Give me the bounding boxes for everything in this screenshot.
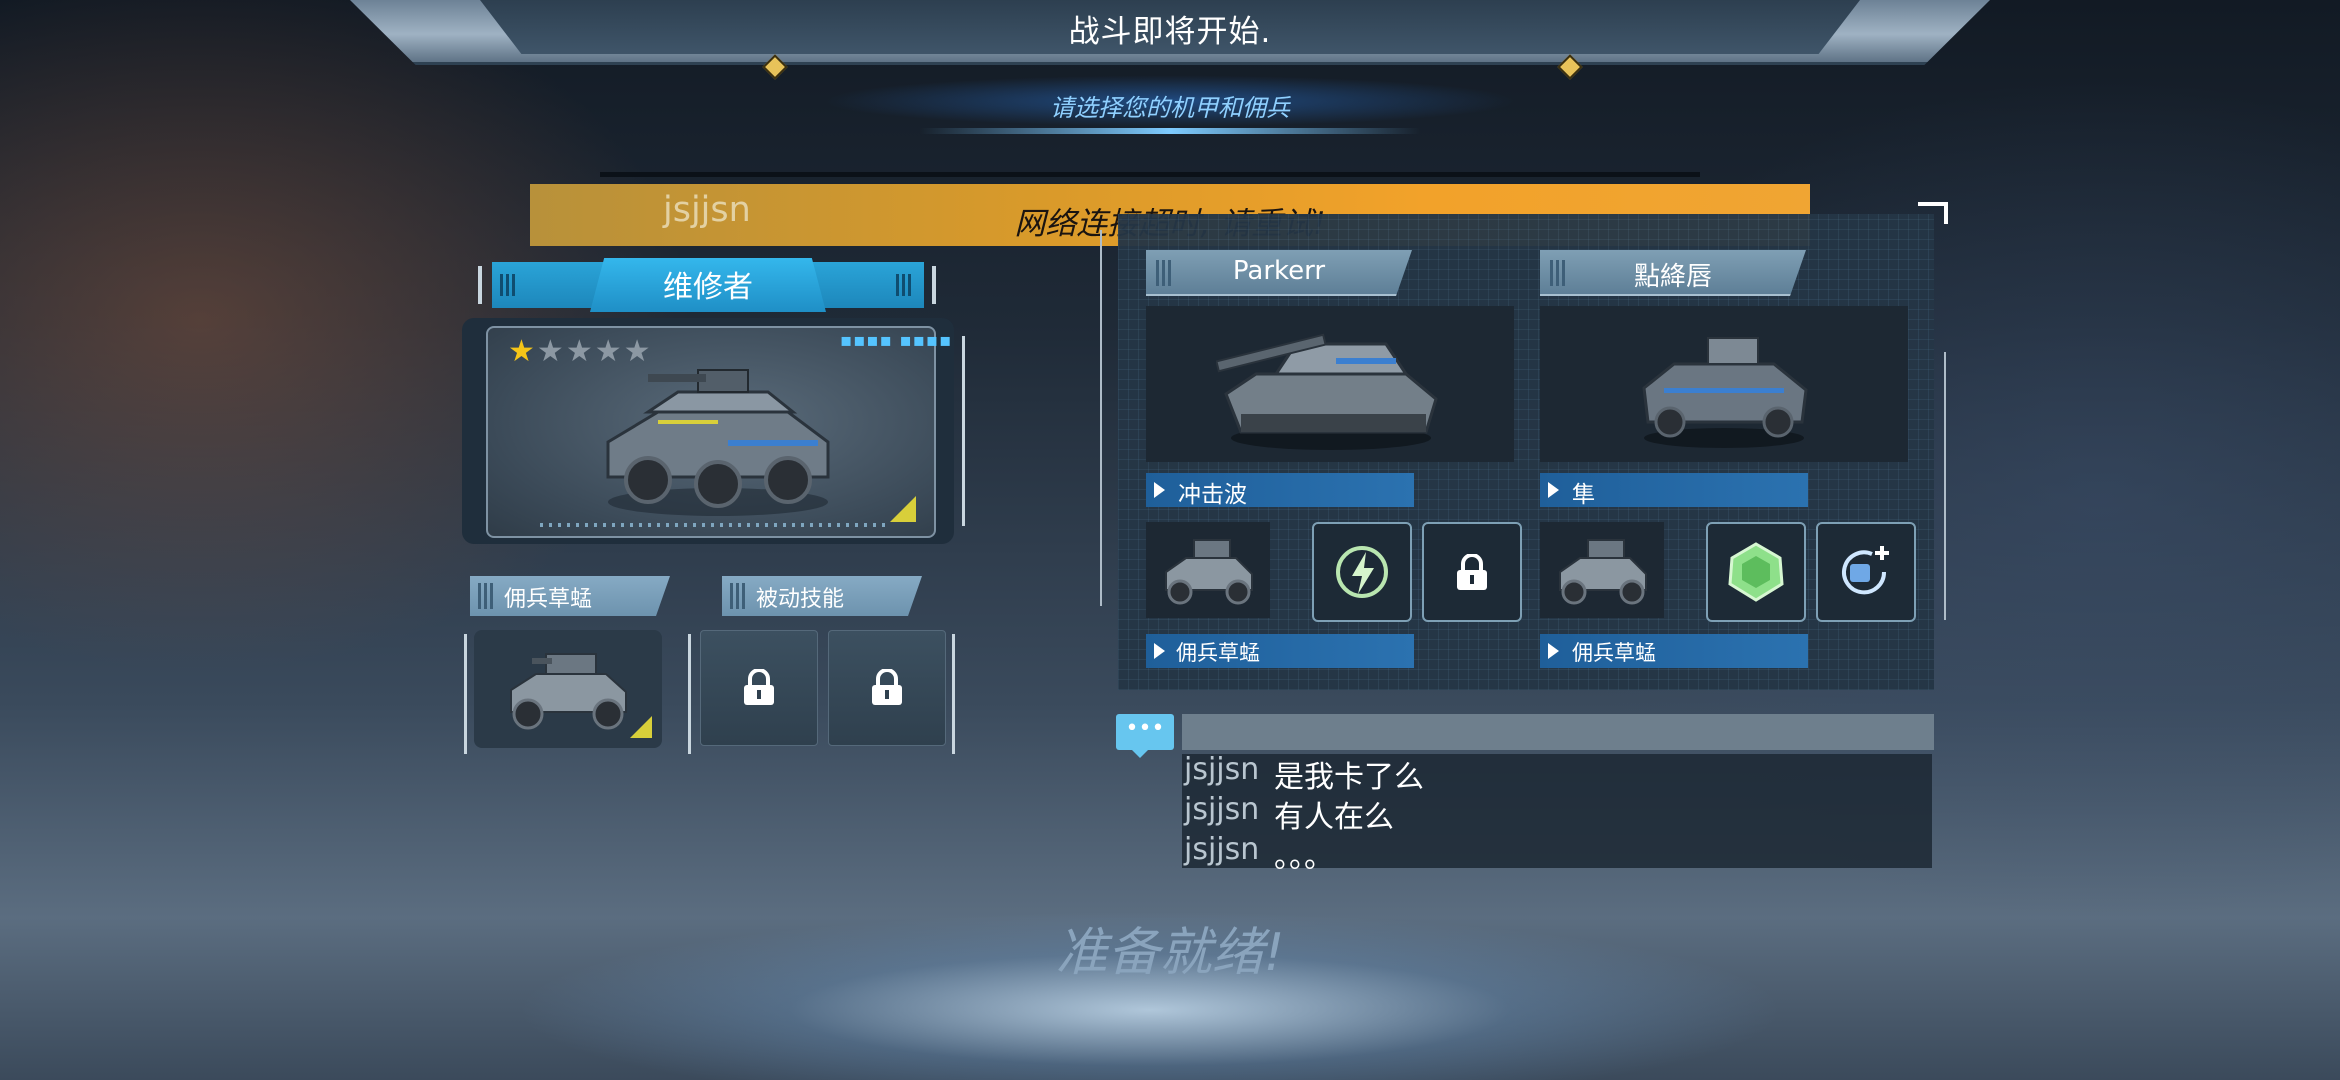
teammate-skill-slot	[1816, 522, 1916, 622]
panel-divider	[1944, 352, 1946, 620]
frame-edge	[962, 336, 965, 526]
missile-plus-icon	[1842, 546, 1889, 595]
chat-message-text: 是我卡了么	[1274, 760, 1424, 795]
teammate-skill-name: 隼	[1572, 482, 1595, 508]
lock-icon	[1457, 554, 1487, 590]
play-arrow-icon	[1548, 643, 1559, 659]
bracket-right	[932, 266, 936, 304]
page-subtitle: 请选择您的机甲和佣兵	[1050, 94, 1290, 122]
chat-input[interactable]	[1182, 714, 1934, 750]
teammate-mech-card	[1540, 306, 1908, 462]
star-empty-icon: ★	[594, 334, 624, 369]
passive-skill-slot-2[interactable]	[828, 630, 946, 746]
tank-vehicle-image	[1216, 333, 1438, 450]
teammate-mercenary-name: 佣兵草蜢	[1572, 641, 1656, 665]
grip-icon	[730, 583, 746, 609]
bracket-left	[688, 634, 691, 754]
play-arrow-icon	[1548, 482, 1559, 498]
ready-button[interactable]: 准备就绪!	[0, 910, 2340, 985]
corner-bracket	[1918, 202, 1948, 224]
role-title: 维修者	[663, 270, 753, 305]
armor-shield-icon	[1728, 542, 1784, 602]
lightning-charge-icon	[1336, 546, 1388, 598]
teammate-mercenary-slot	[1146, 522, 1270, 618]
star-filled-icon: ★	[508, 334, 537, 369]
panel-divider	[1100, 230, 1102, 606]
mercenary-tab-label: 佣兵草蜢	[504, 587, 593, 612]
chat-message-user: jsjjsn	[1184, 832, 1260, 867]
teammate-skill-slot	[1312, 522, 1412, 622]
star-empty-icon: ★	[565, 334, 595, 369]
bracket-left	[478, 266, 482, 304]
teammate-name: 點絳唇	[1633, 262, 1712, 292]
dots-indicator: ▪▪▪▪ ▪▪▪▪	[840, 330, 953, 351]
passive-skill-tab-label: 被动技能	[756, 587, 845, 612]
teammate-skill-slot	[1706, 522, 1806, 622]
star-empty-icon: ★	[536, 334, 566, 369]
subtitle-glow-line	[920, 128, 1420, 134]
lock-icon	[872, 669, 902, 705]
mech-vehicle-image	[606, 369, 830, 516]
mercenary-vehicle-image	[1559, 539, 1647, 605]
grip-icon	[478, 583, 494, 609]
chat-message-user: jsjjsn	[1184, 792, 1260, 827]
teammate-mercenary-name: 佣兵草蜢	[1176, 641, 1260, 665]
teammate-skill-slot	[1422, 522, 1522, 622]
teammate-name: Parkerr	[1232, 256, 1326, 286]
divider	[600, 172, 1700, 177]
mercenary-slot[interactable]	[474, 630, 662, 748]
vehicle-image	[1642, 337, 1808, 448]
page-title: 战斗即将开始.	[1068, 14, 1272, 50]
teammate-mercenary-slot	[1540, 522, 1664, 618]
chat-message-text: 有人在么	[1274, 800, 1394, 835]
mercenary-vehicle-image	[1165, 539, 1253, 605]
play-arrow-icon	[1154, 643, 1165, 659]
bracket-left	[464, 634, 467, 754]
teammate-skill-name: 冲击波	[1178, 482, 1247, 508]
play-arrow-icon	[1154, 482, 1165, 498]
chat-bubble-tail	[1130, 748, 1150, 758]
mercenary-vehicle-image	[510, 653, 627, 730]
chat-bubble-icon[interactable]: •••	[1116, 714, 1174, 750]
grip-icon	[896, 274, 914, 296]
bracket-right	[952, 634, 955, 754]
grip-icon	[500, 274, 518, 296]
chat-message-text: 。。。	[1274, 840, 1334, 875]
teammate-mech-card	[1146, 306, 1514, 462]
star-empty-icon: ★	[623, 334, 653, 369]
star-rating: ★★★★★	[508, 334, 653, 369]
lock-icon	[744, 669, 774, 705]
progress-pips	[540, 523, 890, 527]
chat-message-user: jsjjsn	[1184, 752, 1260, 787]
passive-skill-slot-1[interactable]	[700, 630, 818, 746]
